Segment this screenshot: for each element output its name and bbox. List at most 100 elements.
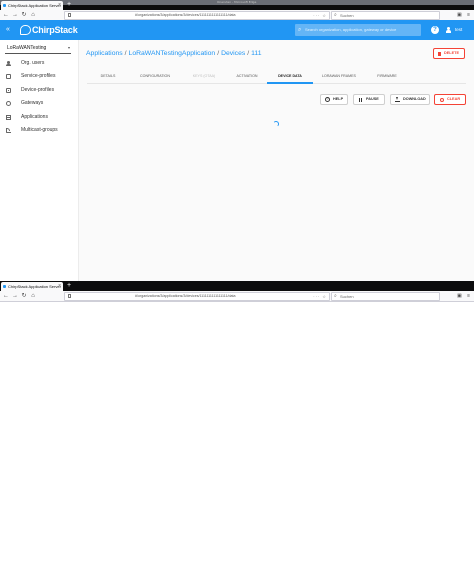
- chirpstack-logo-icon: [20, 25, 31, 35]
- tab-lorawan-frames[interactable]: LORAWAN FRAMES: [313, 70, 365, 83]
- sidebar-item-applications[interactable]: Applications: [0, 111, 78, 124]
- tab-configuration[interactable]: CONFIGURATION: [131, 70, 179, 83]
- breadcrumb-separator: /: [217, 50, 220, 57]
- reload-icon[interactable]: ↻: [20, 10, 28, 20]
- service-profile-icon: [6, 74, 11, 79]
- delete-button[interactable]: DELETE: [433, 48, 465, 59]
- back-icon[interactable]: ←: [2, 10, 10, 20]
- browser-search-placeholder: Suchen: [340, 13, 354, 18]
- clear-button-label: CLEAR: [447, 97, 461, 101]
- toolbar-icons[interactable]: ▣ ≡: [457, 291, 472, 301]
- clear-icon: [439, 97, 444, 102]
- browser-toolbar: ← → ↻ ⌂ #/organizations/3/applications/3…: [0, 291, 474, 302]
- sidebar: LoRaWANTesting Org. users Service-profil…: [0, 40, 79, 282]
- app-header: « ChirpStack ⌕ Search organization, appl…: [0, 20, 474, 40]
- sidebar-item-label: Applications: [21, 114, 48, 120]
- download-button-label: DOWNLOAD: [403, 97, 426, 101]
- sidebar-item-gateways[interactable]: Gateways: [0, 97, 78, 110]
- back-icon[interactable]: ←: [2, 291, 10, 301]
- download-icon: [395, 97, 400, 102]
- sidebar-item-multicast-groups[interactable]: Multicast-groups: [0, 124, 78, 137]
- browser-tab-strip: Oneruten - Microsoft Edge ChirpStack App…: [0, 0, 474, 10]
- brand-name[interactable]: ChirpStack: [32, 20, 78, 40]
- favicon-icon: [3, 4, 6, 7]
- lock-icon: [68, 13, 71, 17]
- close-tab-icon[interactable]: ×: [58, 1, 61, 10]
- active-tab-indicator: [267, 82, 313, 84]
- organization-select-value: LoRaWANTesting: [7, 45, 47, 51]
- device-profile-icon: [6, 88, 11, 93]
- browser-tab[interactable]: ChirpStack Application Server ×: [1, 1, 63, 10]
- global-search-input[interactable]: ⌕ Search organization, application, gate…: [295, 24, 421, 36]
- breadcrumb: Applications / LoRaWANTestingApplication / D…: [86, 49, 262, 59]
- breadcrumb-devices[interactable]: Devices: [221, 50, 245, 57]
- browser-tab-title: ChirpStack Application Server: [8, 284, 61, 289]
- help-circle-icon: ?: [325, 97, 330, 102]
- pause-button[interactable]: PAUSE: [353, 94, 385, 105]
- browser-search-field[interactable]: ⌕ Suchen: [331, 292, 440, 301]
- organization-select[interactable]: LoRaWANTesting: [5, 43, 71, 54]
- favicon-icon: [3, 285, 6, 288]
- sidebar-item-label: Gateways: [21, 100, 44, 106]
- window-title: Oneruten - Microsoft Edge: [217, 0, 257, 4]
- sidebar-item-label: Device-profiles: [21, 87, 55, 93]
- home-icon[interactable]: ⌂: [29, 291, 37, 301]
- address-bar[interactable]: #/organizations/3/applications/3/devices…: [64, 11, 330, 20]
- help-icon[interactable]: ?: [431, 26, 439, 34]
- account-icon[interactable]: [446, 27, 451, 33]
- breadcrumb-application[interactable]: LoRaWANTestingApplication: [129, 50, 216, 57]
- new-tab-button[interactable]: +: [65, 281, 73, 291]
- username[interactable]: test: [455, 20, 462, 40]
- sidebar-item-service-profiles[interactable]: Service-profiles: [0, 70, 78, 83]
- browser-tab[interactable]: ChirpStack Application Server ×: [1, 282, 63, 291]
- search-icon: ⌕: [334, 12, 337, 18]
- browser-tab-title: ChirpStack Application Server: [8, 3, 61, 8]
- sidebar-item-label: Org. users: [21, 60, 45, 66]
- download-button[interactable]: DOWNLOAD: [390, 94, 430, 105]
- chevron-down-icon: [68, 47, 70, 49]
- tab-keys-otaa: KEYS (OTAA): [192, 74, 216, 78]
- new-tab-button[interactable]: +: [65, 0, 73, 10]
- lock-icon: [68, 294, 71, 298]
- help-button-label: HELP: [333, 97, 344, 101]
- breadcrumb-separator: /: [247, 50, 250, 57]
- browser-window-top: Oneruten - Microsoft Edge ChirpStack App…: [0, 0, 474, 282]
- browser-window-bottom: ChirpStack Application Server × + ← → ↻ …: [0, 281, 474, 564]
- page-actions-icons[interactable]: ··· ☆: [313, 293, 327, 300]
- blank-page-area: [0, 302, 474, 564]
- trash-icon: [438, 52, 441, 56]
- device-tabs: DETAILS CONFIGURATION KEYS (OTAA) ACTIVA…: [87, 70, 466, 84]
- pause-button-label: PAUSE: [366, 97, 379, 101]
- toolbar-icons[interactable]: ▣ ≡: [457, 10, 472, 20]
- global-search-placeholder: Search organization, application, gatewa…: [305, 27, 397, 32]
- tab-details[interactable]: DETAILS: [87, 70, 129, 83]
- close-tab-icon[interactable]: ×: [58, 282, 61, 291]
- address-bar[interactable]: #/organizations/3/applications/3/devices…: [64, 292, 330, 301]
- collapse-menu-icon[interactable]: «: [6, 20, 10, 40]
- reload-icon[interactable]: ↻: [20, 291, 28, 301]
- breadcrumb-applications[interactable]: Applications: [86, 50, 123, 57]
- address-url[interactable]: #/organizations/3/applications/3/devices…: [135, 12, 236, 19]
- page-actions-icons[interactable]: ··· ☆: [313, 12, 327, 19]
- multicast-icon: [6, 128, 11, 133]
- breadcrumb-device: 111: [251, 50, 262, 57]
- loading-spinner-icon: [273, 121, 279, 127]
- sidebar-item-label: Service-profiles: [21, 73, 56, 79]
- browser-search-field[interactable]: ⌕ Suchen: [331, 11, 440, 20]
- breadcrumb-separator: /: [124, 50, 127, 57]
- tab-firmware[interactable]: FIRMWARE: [367, 70, 407, 83]
- clear-button[interactable]: CLEAR: [434, 94, 466, 105]
- sidebar-item-device-profiles[interactable]: Device-profiles: [0, 84, 78, 97]
- delete-button-label: DELETE: [444, 51, 459, 55]
- forward-icon[interactable]: →: [11, 291, 19, 301]
- search-icon: ⌕: [298, 27, 302, 33]
- sidebar-item-org-users[interactable]: Org. users: [0, 57, 78, 70]
- tab-activation[interactable]: ACTIVATION: [227, 70, 267, 83]
- sidebar-item-label: Multicast-groups: [21, 127, 58, 133]
- forward-icon[interactable]: →: [11, 10, 19, 20]
- help-button[interactable]: ? HELP: [320, 94, 348, 105]
- home-icon[interactable]: ⌂: [29, 10, 37, 20]
- applications-icon: [6, 115, 11, 120]
- address-url[interactable]: #/organizations/3/applications/3/devices…: [135, 293, 236, 300]
- gateway-icon: [6, 101, 11, 106]
